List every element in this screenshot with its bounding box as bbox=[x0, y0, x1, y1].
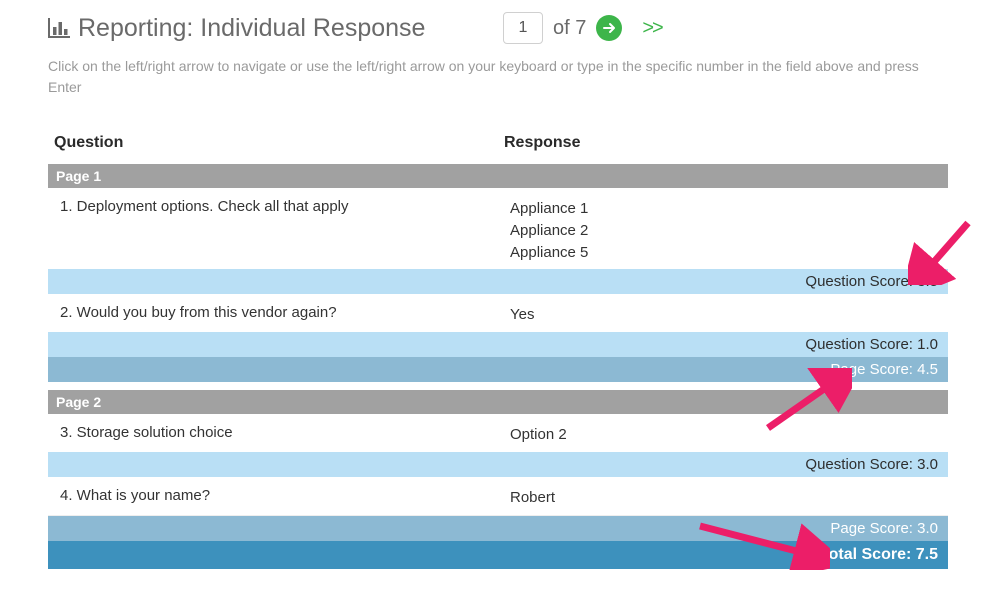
question-score: Question Score: 3.0 bbox=[48, 452, 948, 477]
question-text: 4. What is your name? bbox=[48, 477, 498, 515]
question-text: 1. Deployment options. Check all that ap… bbox=[48, 188, 498, 269]
response-number-input[interactable] bbox=[503, 12, 543, 44]
total-score: Total Score: 7.5 bbox=[48, 541, 948, 569]
response-navigator: of 7 >> bbox=[503, 12, 666, 44]
page-header: Page 2 bbox=[48, 390, 948, 414]
page-title-text: Reporting: Individual Response bbox=[78, 14, 425, 43]
response-text: Appliance 1Appliance 2Appliance 5 bbox=[498, 188, 948, 269]
response-total-label: of 7 bbox=[553, 17, 586, 40]
page-score: Page Score: 3.0 bbox=[48, 515, 948, 541]
page-title: Reporting: Individual Response bbox=[48, 14, 503, 43]
question-score: Question Score: 3.5 bbox=[48, 269, 948, 294]
go-next-button[interactable] bbox=[596, 15, 622, 41]
response-text: Robert bbox=[498, 477, 948, 515]
instructions-text: Click on the left/right arrow to navigat… bbox=[48, 56, 948, 98]
column-header-question: Question bbox=[48, 126, 498, 164]
page-score: Page Score: 4.5 bbox=[48, 357, 948, 382]
question-text: 3. Storage solution choice bbox=[48, 414, 498, 452]
response-table: Question Response Page 11. Deployment op… bbox=[48, 126, 948, 569]
question-score: Question Score: 1.0 bbox=[48, 332, 948, 357]
arrow-right-icon bbox=[602, 21, 616, 35]
question-text: 2. Would you buy from this vendor again? bbox=[48, 294, 498, 332]
last-response-button[interactable]: >> bbox=[638, 17, 665, 40]
column-header-response: Response bbox=[498, 126, 948, 164]
bar-chart-icon bbox=[48, 18, 70, 38]
response-text: Yes bbox=[498, 294, 948, 332]
response-text: Option 2 bbox=[498, 414, 948, 452]
page-header: Page 1 bbox=[48, 164, 948, 188]
